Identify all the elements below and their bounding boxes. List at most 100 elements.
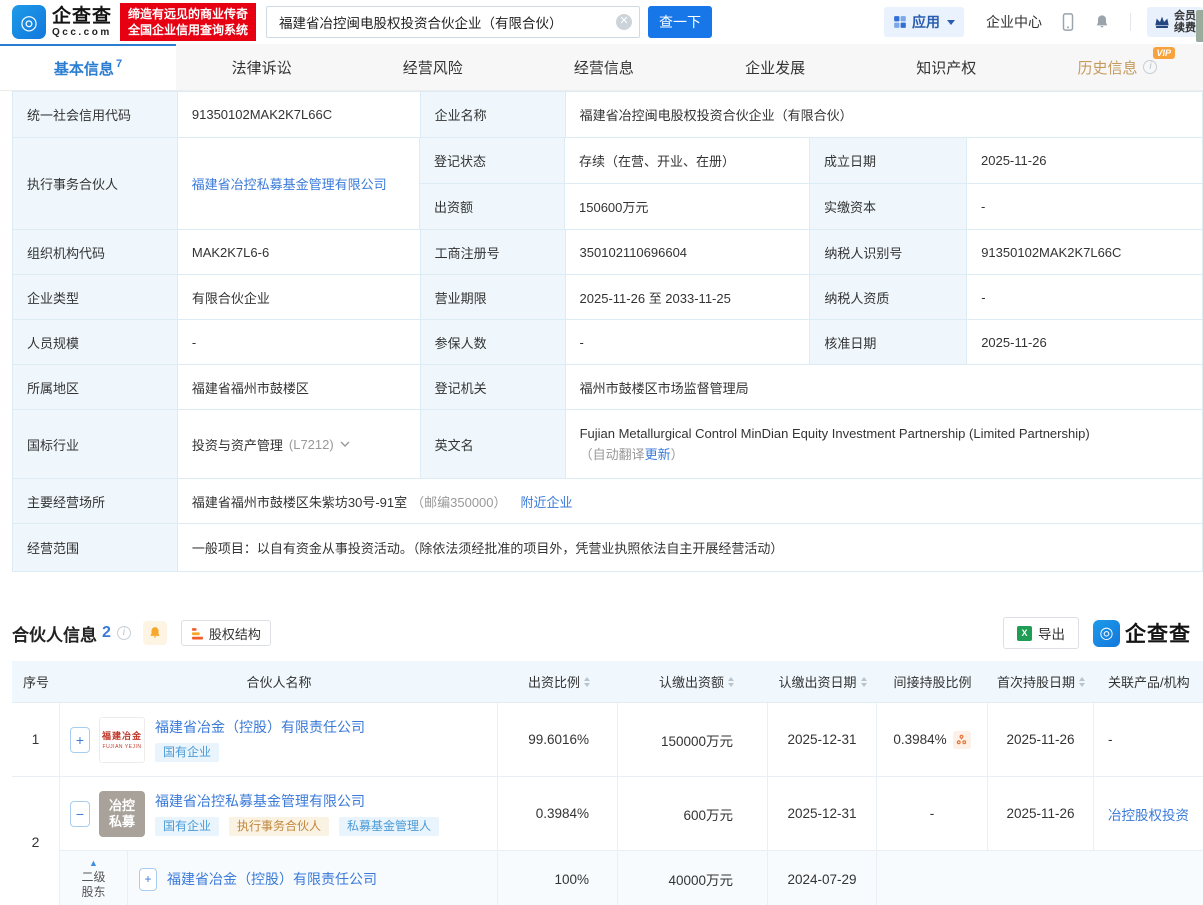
- tab-operation-info[interactable]: 经营信息: [518, 44, 689, 90]
- row1-name-cell: + 福建冶金 FUJIAN YEJIN 福建省冶金（控股）有限责任公司 国有企业: [60, 703, 498, 777]
- secondary-shareholder-link[interactable]: 福建省冶金（控股）有限责任公司: [167, 869, 377, 889]
- reg-status-label: 登记状态: [420, 138, 565, 184]
- partners-title: 合伙人信息: [12, 621, 97, 646]
- vip-badge: VIP: [1153, 47, 1176, 59]
- tag-executive-partner: 执行事务合伙人: [229, 817, 329, 836]
- business-term-label: 营业期限: [421, 275, 566, 320]
- row2-no: 2: [12, 777, 60, 905]
- paid-capital-label: 实缴资本: [810, 184, 967, 230]
- side-widget: [1196, 10, 1203, 42]
- industry-label: 国标行业: [13, 410, 178, 479]
- partner-company-link[interactable]: 福建省冶金（控股）有限责任公司: [155, 717, 365, 737]
- company-logo: 福建冶金 FUJIAN YEJIN: [99, 717, 145, 763]
- subrow-amount: 40000万元: [618, 851, 768, 905]
- row1-related: -: [1094, 703, 1203, 777]
- translate-update-link[interactable]: 更新: [645, 447, 671, 462]
- mobile-app-icon[interactable]: [1062, 13, 1074, 31]
- reg-authority-label: 登记机关: [421, 365, 566, 410]
- row1-date: 2025-12-31: [768, 703, 877, 777]
- industry-value: 投资与资产管理: [192, 435, 283, 454]
- qcc-logo[interactable]: ◎ 企查查 Qcc.com: [12, 5, 112, 39]
- capital-label: 出资额: [420, 184, 565, 230]
- staff-size-value: -: [178, 320, 421, 365]
- nearby-companies-link[interactable]: 附近企业: [521, 492, 573, 511]
- table-row: 组织机构代码 MAK2K7L6-6 工商注册号 350102110696604 …: [13, 230, 1203, 275]
- export-button[interactable]: X 导出: [1003, 617, 1079, 649]
- slogan-line-2: 全国企业信用查询系统: [128, 22, 248, 38]
- tab-operation-risk[interactable]: 经营风险: [347, 44, 518, 90]
- row2-amount: 600万元: [618, 777, 768, 851]
- partners-info-icon[interactable]: i: [117, 626, 131, 640]
- equity-structure-icon: [191, 627, 204, 640]
- expand-icon[interactable]: +: [70, 727, 90, 753]
- qcc-company-page: ◎ 企查查 Qcc.com 缔造有远见的商业传奇 全国企业信用查询系统 ✕ 查一…: [0, 0, 1203, 905]
- collapse-icon[interactable]: −: [70, 801, 90, 827]
- col-no: 序号: [12, 672, 60, 691]
- industry-chevron-down-icon[interactable]: [340, 441, 350, 448]
- tab-history-info[interactable]: VIP 历史信息 i: [1032, 44, 1203, 90]
- tab-basic-info[interactable]: 基本信息7: [0, 44, 176, 90]
- top-header: ◎ 企查查 Qcc.com 缔造有远见的商业传奇 全国企业信用查询系统 ✕ 查一…: [0, 0, 1203, 44]
- apps-menu[interactable]: 应用: [884, 7, 964, 37]
- col-amount[interactable]: 认缴出资额: [618, 672, 768, 691]
- search-input[interactable]: [266, 6, 640, 38]
- subrow-name-cell: ▲ 二级 股东 + 福建省冶金（控股）有限责任公司: [60, 851, 498, 905]
- company-name-value: 福建省冶控闽电股权投资合伙企业（有限合伙）: [566, 92, 1203, 138]
- company-tabs: 基本信息7 法律诉讼 经营风险 经营信息 企业发展 知识产权 VIP 历史信息 …: [0, 44, 1203, 91]
- partner-company-link[interactable]: 福建省冶控私募基金管理有限公司: [155, 791, 439, 811]
- search-button[interactable]: 查一下: [648, 6, 712, 38]
- credit-code-value: 91350102MAK2K7L66C: [178, 92, 421, 138]
- collapse-triangle-icon[interactable]: ▲: [89, 858, 98, 868]
- capital-value: 150600万元: [565, 184, 810, 230]
- region-label: 所属地区: [13, 365, 178, 410]
- row1-first-date: 2025-11-26: [988, 703, 1094, 777]
- org-code-value: MAK2K7L6-6: [178, 230, 421, 275]
- tab-legal-litigation[interactable]: 法律诉讼: [176, 44, 347, 90]
- executive-partner-link[interactable]: 福建省冶控私募基金管理有限公司: [192, 174, 387, 193]
- taxpayer-quality-value: -: [967, 275, 1203, 320]
- row2-related-cell: 冶控股权投资: [1094, 777, 1203, 851]
- equity-structure-button[interactable]: 股权结构: [181, 620, 271, 646]
- subscribe-bell-icon[interactable]: [143, 621, 167, 645]
- related-product-link[interactable]: 冶控股权投资: [1108, 804, 1189, 824]
- tab-company-development[interactable]: 企业发展: [690, 44, 861, 90]
- basic-info-table: 统一社会信用代码 91350102MAK2K7L66C 企业名称 福建省冶控闽电…: [12, 91, 1203, 572]
- col-first-date[interactable]: 首次持股日期: [988, 672, 1094, 691]
- credit-code-label: 统一社会信用代码: [13, 92, 178, 138]
- tag-fund-manager: 私募基金管理人: [339, 817, 439, 836]
- subrow-date: 2024-07-29: [768, 851, 877, 905]
- notification-bell-icon[interactable]: [1094, 14, 1110, 30]
- history-info-icon[interactable]: i: [1143, 60, 1157, 74]
- equity-penetration-icon[interactable]: [953, 731, 971, 749]
- reg-status-value: 存续（在营、开业、在册）: [565, 138, 810, 184]
- tab-intellectual-property[interactable]: 知识产权: [861, 44, 1032, 90]
- taxpayer-quality-label: 纳税人资质: [810, 275, 967, 320]
- col-date[interactable]: 认缴出资日期: [768, 672, 877, 691]
- table-row: 执行事务合伙人 福建省冶控私募基金管理有限公司 登记状态 存续（在营、开业、在册…: [13, 138, 1203, 230]
- auto-translate-note: （自动翻译: [580, 447, 645, 462]
- col-ratio[interactable]: 出资比例: [498, 672, 618, 691]
- table-row: 统一社会信用代码 91350102MAK2K7L66C 企业名称 福建省冶控闽电…: [13, 92, 1203, 138]
- taxpayer-id-label: 纳税人识别号: [810, 230, 967, 275]
- subrow-ratio: 100%: [498, 851, 618, 905]
- business-scope-value: 一般项目：以自有资金从事投资活动。（除依法须经批准的项目外，凭营业执照依法自主开…: [178, 524, 1203, 572]
- row1-ratio: 99.6016%: [498, 703, 618, 777]
- enterprise-center-link[interactable]: 企业中心: [986, 12, 1042, 32]
- insured-count-label: 参保人数: [421, 320, 566, 365]
- clear-icon[interactable]: ✕: [616, 14, 632, 30]
- row2-ratio: 0.3984%: [498, 777, 618, 851]
- establish-date-label: 成立日期: [810, 138, 967, 184]
- row1-amount: 150000万元: [618, 703, 768, 777]
- reg-authority-value: 福州市鼓楼区市场监督管理局: [566, 365, 1203, 410]
- brand-name: 企查查: [52, 7, 112, 27]
- table-row: 国标行业 投资与资产管理 (L7212) 英文名 Fujian Metallur…: [13, 410, 1203, 479]
- tag-state-owned: 国有企业: [155, 817, 219, 836]
- table-row: 人员规模 - 参保人数 - 核准日期 2025-11-26: [13, 320, 1203, 365]
- row1-indirect: 0.3984%: [893, 732, 946, 747]
- qcc-logo-icon: ◎: [12, 5, 46, 39]
- expand-icon[interactable]: +: [139, 868, 157, 891]
- membership-renewal-button[interactable]: 会员 续费: [1147, 7, 1203, 37]
- partners-table: 序号 合伙人名称 出资比例 认缴出资额 认缴出资日期 间接持股比例 首次持股日期…: [12, 661, 1203, 905]
- address-cell: 福建省福州市鼓楼区朱紫坊30号-91室 （邮编350000） 附近企业: [178, 479, 1203, 524]
- business-term-value: 2025-11-26 至 2033-11-25: [566, 275, 811, 320]
